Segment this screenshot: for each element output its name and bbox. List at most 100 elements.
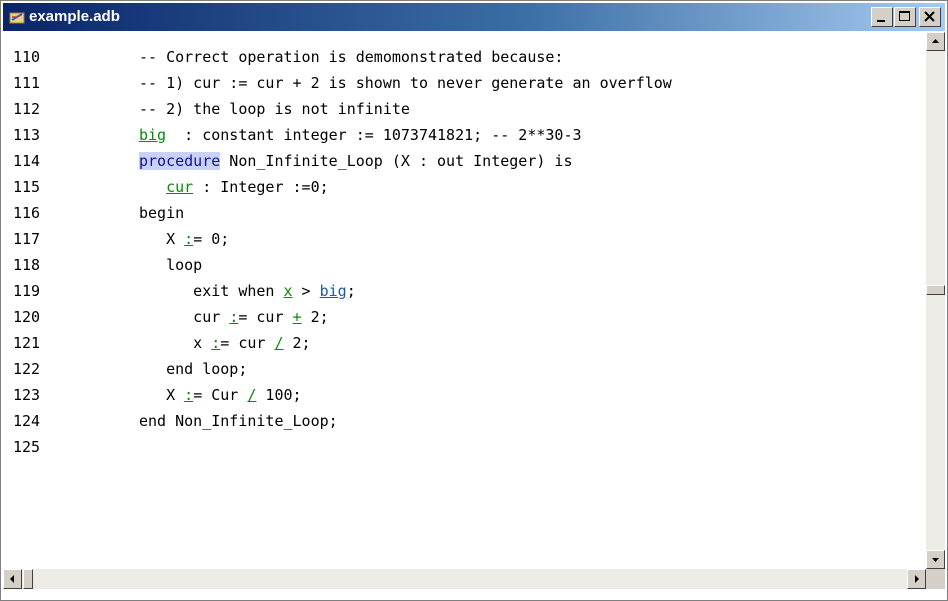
code-token: -- 2) the loop is not infinite xyxy=(139,100,410,118)
code-token-green[interactable]: + xyxy=(293,308,302,326)
code-line[interactable]: 119 exit when x > big; xyxy=(3,278,925,304)
line-number: 112 xyxy=(13,100,41,118)
vertical-scroll-thumb[interactable] xyxy=(926,285,945,295)
maximize-button[interactable] xyxy=(894,7,916,27)
code-token: 100; xyxy=(256,386,302,404)
code-text: loop xyxy=(139,252,202,278)
horizontal-scrollbar[interactable] xyxy=(3,569,945,589)
code-line[interactable]: 115 cur : Integer :=0; xyxy=(3,174,925,200)
code-line[interactable]: 111 -- 1) cur := cur + 2 is shown to neve… xyxy=(3,70,925,96)
line-number: 121 xyxy=(13,334,41,352)
line-number: 116 xyxy=(13,204,41,222)
code-text: end loop; xyxy=(139,356,247,382)
code-token: : Integer :=0; xyxy=(193,178,329,196)
code-token: Non_Infinite_Loop (X : out Integer) is xyxy=(220,152,573,170)
code-text: cur := cur + 2; xyxy=(139,304,329,330)
code-line[interactable]: 112 -- 2) the loop is not infinite xyxy=(3,96,925,122)
code-token: -- 1) cur := cur + 2 is shown to never g… xyxy=(139,74,672,92)
window-title: example.adb xyxy=(29,8,120,25)
code-token: = 0; xyxy=(193,230,230,248)
scroll-right-button[interactable] xyxy=(907,569,926,589)
line-number: 120 xyxy=(13,308,41,326)
horizontal-scroll-thumb[interactable] xyxy=(23,569,33,589)
code-token-green[interactable]: cur xyxy=(166,178,193,196)
code-token: 2; xyxy=(301,308,329,326)
code-line[interactable]: 117 X := 0; xyxy=(3,226,925,252)
code-editor[interactable]: 110 -- Correct operation is demomonstrate… xyxy=(3,32,925,569)
code-token-green[interactable]: : xyxy=(229,308,238,326)
code-line[interactable]: 120 cur := cur + 2; xyxy=(3,304,925,330)
code-line[interactable]: 123 X := Cur / 100; xyxy=(3,382,925,408)
line-number: 122 xyxy=(13,360,41,378)
code-line[interactable]: 121 x := cur / 2; xyxy=(3,330,925,356)
code-token-green[interactable]: : xyxy=(211,334,220,352)
code-token: X xyxy=(139,386,185,404)
code-line[interactable]: 122 end loop; xyxy=(3,356,925,382)
code-token: = cur xyxy=(220,334,275,352)
code-token-green[interactable]: : xyxy=(184,230,193,248)
code-token-green[interactable]: big xyxy=(139,126,166,144)
scroll-left-button[interactable] xyxy=(3,569,22,589)
line-number: 123 xyxy=(13,386,41,404)
scroll-up-button[interactable] xyxy=(926,32,945,51)
title-bar[interactable]: example.adb xyxy=(3,3,945,31)
code-text: -- 1) cur := cur + 2 is shown to never g… xyxy=(139,70,672,96)
code-text: big : constant integer := 1073741821; --… xyxy=(139,122,582,148)
code-text: X := 0; xyxy=(139,226,229,252)
minimize-icon xyxy=(877,20,885,22)
code-line[interactable]: 110 -- Correct operation is demomonstrate… xyxy=(3,44,925,70)
editor-window: example.adb 110 -- Correct operation is d… xyxy=(0,0,948,601)
line-number: 113 xyxy=(13,126,41,144)
line-number: 118 xyxy=(13,256,41,274)
code-token: X xyxy=(139,230,185,248)
code-text: X := Cur / 100; xyxy=(139,382,302,408)
code-line[interactable]: 125 xyxy=(3,434,925,460)
line-number: 114 xyxy=(13,152,41,170)
line-number: 124 xyxy=(13,412,41,430)
code-text: exit when x > big; xyxy=(139,278,356,304)
ada-file-icon xyxy=(9,9,25,25)
scroll-up-arrow-icon xyxy=(932,39,939,43)
code-text: begin xyxy=(139,200,184,226)
scroll-left-arrow-icon xyxy=(10,575,14,583)
vertical-scrollbar[interactable] xyxy=(926,32,945,569)
code-text: cur : Integer :=0; xyxy=(139,174,329,200)
line-number: 119 xyxy=(13,282,41,300)
maximize-icon xyxy=(899,11,910,21)
code-text: procedure Non_Infinite_Loop (X : out Int… xyxy=(139,148,572,174)
scroll-right-arrow-icon xyxy=(915,575,919,583)
close-button[interactable] xyxy=(919,7,941,27)
code-token: loop xyxy=(139,256,203,274)
code-token: : constant integer := 1073741821; -- 2**… xyxy=(166,126,582,144)
code-token: begin xyxy=(139,204,185,222)
code-token: > xyxy=(292,282,320,300)
code-token-kw[interactable]: procedure xyxy=(139,152,221,170)
code-line[interactable]: 118 loop xyxy=(3,252,925,278)
code-token: ; xyxy=(346,282,356,300)
code-token: end Non_Infinite_Loop; xyxy=(139,412,338,430)
line-number: 111 xyxy=(13,74,41,92)
code-token: end loop; xyxy=(139,360,248,378)
code-token: cur xyxy=(139,308,230,326)
minimize-button[interactable] xyxy=(871,7,893,27)
scroll-down-button[interactable] xyxy=(926,550,945,569)
code-token-green[interactable]: : xyxy=(184,386,193,404)
code-token: exit when xyxy=(139,282,284,300)
code-token-blue[interactable]: big xyxy=(320,282,347,300)
code-text: x := cur / 2; xyxy=(139,330,311,356)
code-line[interactable]: 113 big : constant integer := 1073741821;… xyxy=(3,122,925,148)
code-line[interactable]: 116 begin xyxy=(3,200,925,226)
close-icon xyxy=(924,11,935,22)
code-line[interactable]: 124 end Non_Infinite_Loop; xyxy=(3,408,925,434)
code-token: = cur xyxy=(238,308,293,326)
code-token: x xyxy=(139,334,212,352)
scrollbar-corner xyxy=(926,569,945,589)
code-line[interactable]: 114 procedure Non_Infinite_Loop (X : out … xyxy=(3,148,925,174)
code-token-green[interactable]: / xyxy=(274,334,283,352)
code-token: 2; xyxy=(283,334,311,352)
code-text: -- Correct operation is demomonstrated b… xyxy=(139,44,563,70)
line-number: 125 xyxy=(13,438,41,456)
code-token-green[interactable]: x xyxy=(284,282,293,300)
line-number: 117 xyxy=(13,230,41,248)
